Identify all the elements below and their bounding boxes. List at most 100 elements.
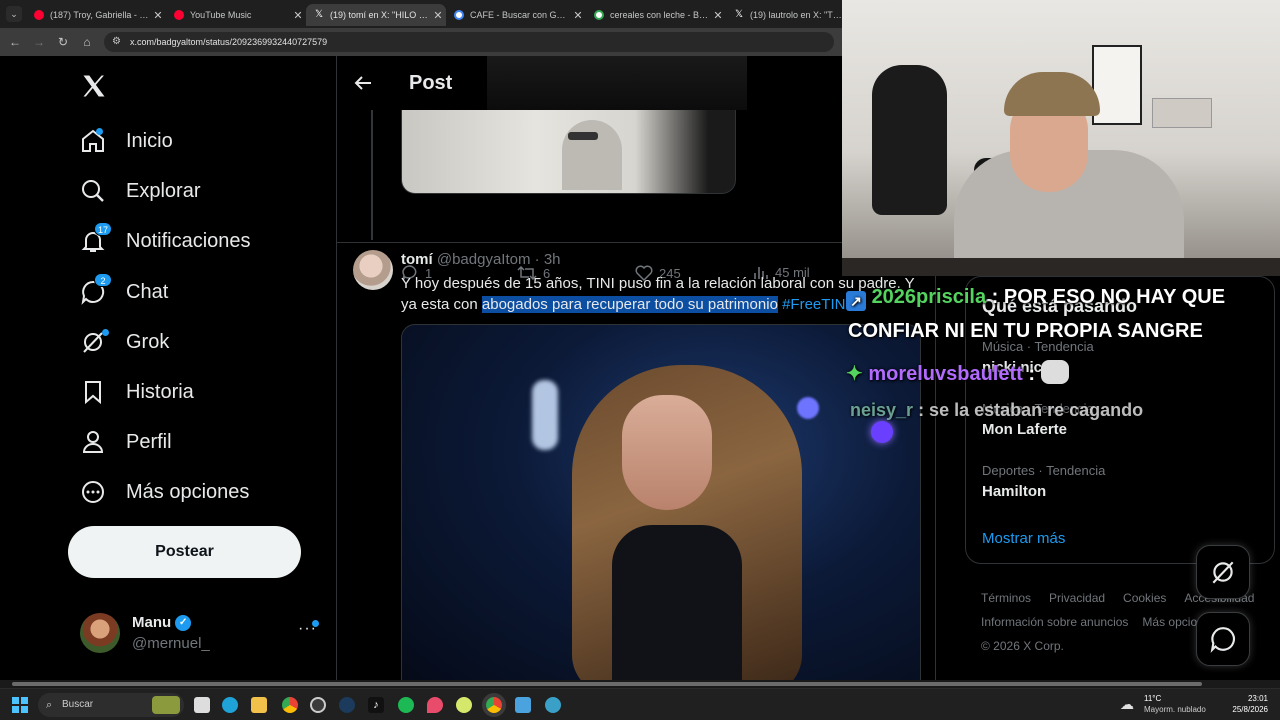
scrollbar-thumb[interactable] xyxy=(12,682,1202,686)
notepad-icon[interactable] xyxy=(515,697,531,713)
close-tab-icon[interactable]: ✕ xyxy=(570,9,586,22)
maps-pin-icon[interactable] xyxy=(427,697,443,713)
forward-arrow-icon[interactable]: → xyxy=(30,33,48,51)
google-icon xyxy=(594,10,604,20)
google-icon xyxy=(454,10,464,20)
sidebar-item-chat[interactable]: 2 Chat xyxy=(80,272,168,312)
sidebar-item-notificaciones[interactable]: 17 Notificaciones xyxy=(80,221,251,261)
grok-icon xyxy=(80,329,109,355)
browser-tab[interactable]: CAFE - Buscar con Google ✕ xyxy=(446,4,586,26)
messages-float-button[interactable] xyxy=(1196,612,1250,666)
close-tab-icon[interactable]: ✕ xyxy=(710,9,726,22)
tweet-time[interactable]: 3h xyxy=(544,251,561,268)
author-name[interactable]: tomí xyxy=(401,251,433,268)
clock-time[interactable]: 23:01 xyxy=(1220,694,1268,703)
chat-message-continued: CONFIAR NI EN TU PROPIA SANGRE xyxy=(848,320,1203,342)
chat-message: neisy_r : se la estaban re cagando xyxy=(850,400,1143,421)
obs-icon[interactable] xyxy=(310,697,326,713)
sidebar-item-historia[interactable]: Historia xyxy=(80,372,194,412)
bell-icon: 17 xyxy=(80,222,112,254)
app-icon[interactable] xyxy=(456,697,472,713)
clock-date[interactable]: 25/8/2026 xyxy=(1220,705,1268,714)
back-arrow-icon[interactable] xyxy=(353,73,373,93)
horizontal-scrollbar[interactable] xyxy=(0,680,1280,688)
chat-text: : se la estaban re cagando xyxy=(918,400,1144,420)
close-tab-icon[interactable]: ✕ xyxy=(290,9,306,22)
sidebar-item-perfil[interactable]: Perfil xyxy=(80,422,172,462)
more-circle-icon xyxy=(80,479,106,505)
account-handle: @mernuel_ xyxy=(132,635,210,652)
trend-category: Deportes · Tendencia xyxy=(982,463,1106,478)
chat-badge: 2 xyxy=(94,273,112,287)
site-info-icon[interactable]: ⚙ xyxy=(112,32,121,52)
hashtag-link[interactable]: #FreeTINI xyxy=(782,296,850,313)
taskbar-search[interactable]: ⌕ Buscar xyxy=(38,693,184,717)
back-arrow-icon[interactable]: ← xyxy=(6,33,24,51)
browser-tab[interactable]: 𝕏 (19) lautrolo en X: "TINI R xyxy=(726,4,842,26)
chat-text: : xyxy=(1028,363,1036,385)
tiktok-icon[interactable]: ♪ xyxy=(368,697,384,713)
weather-temp[interactable]: 11°C xyxy=(1144,694,1161,703)
url-input[interactable]: ⚙ x.com/badgyaltom/status/20923699324407… xyxy=(104,32,834,52)
post-button[interactable]: Postear xyxy=(68,526,301,578)
home-browser-icon[interactable]: ⌂ xyxy=(78,33,96,51)
chat-username: neisy_r xyxy=(850,400,914,420)
account-switcher[interactable]: Manu ✓ @mernuel_ ··· xyxy=(80,610,320,656)
tweet-avatar[interactable] xyxy=(353,250,393,290)
browser-tab[interactable]: cereales con leche - Buscar ✕ xyxy=(586,4,726,26)
footer-link[interactable]: Cookies xyxy=(1123,591,1166,605)
cat-emote-icon xyxy=(1040,360,1069,384)
globe-icon[interactable] xyxy=(545,697,561,713)
separator-dot: · xyxy=(534,251,540,268)
browser-tab[interactable]: YouTube Music ✕ xyxy=(166,4,306,26)
chat-text: : POR ESO NO HAY QUE xyxy=(991,286,1226,308)
sidebar-item-grok[interactable]: Grok xyxy=(80,322,169,362)
footer-link[interactable]: Información sobre anuncios xyxy=(981,615,1128,629)
footer-link[interactable]: Privacidad xyxy=(1049,591,1105,605)
steam-icon[interactable] xyxy=(339,697,355,713)
chrome-icon[interactable] xyxy=(282,697,298,713)
reload-icon[interactable]: ↻ xyxy=(54,33,72,51)
notification-dot xyxy=(312,620,319,627)
footer-link[interactable]: Términos xyxy=(981,591,1031,605)
browser-toolbar: ← → ↻ ⌂ ⚙ x.com/badgyaltom/status/209236… xyxy=(0,28,842,56)
close-tab-icon[interactable]: ✕ xyxy=(430,9,446,22)
trend-item[interactable]: Hamilton xyxy=(982,483,1046,500)
grok-float-button[interactable] xyxy=(1196,545,1250,599)
page-title: Post xyxy=(409,72,453,94)
sidebar-item-inicio[interactable]: Inicio xyxy=(80,121,173,161)
x-logo[interactable] xyxy=(80,72,108,100)
x-logo-icon: 𝕏 xyxy=(734,9,744,20)
weather-desc[interactable]: Mayorm. nublado xyxy=(1144,705,1206,714)
chat-badge-icon: ↗ xyxy=(846,291,866,311)
tweet-photo[interactable] xyxy=(401,324,921,680)
singer-body xyxy=(612,525,742,680)
copyright: © 2026 X Corp. xyxy=(981,639,1064,653)
chrome-active-icon[interactable] xyxy=(486,697,502,713)
show-more-link[interactable]: Mostrar más xyxy=(982,530,1065,547)
file-explorer-icon[interactable] xyxy=(251,697,267,713)
chat-icon xyxy=(1210,627,1235,653)
grok-icon xyxy=(1212,561,1234,584)
spotify-icon[interactable] xyxy=(398,697,414,713)
browser-tab-active[interactable]: 𝕏 (19) tomí en X: "HILO de la ✕ xyxy=(306,4,446,26)
stage-light xyxy=(797,397,819,419)
author-handle[interactable]: @badgyaItom xyxy=(437,251,531,268)
previous-tweet-image[interactable] xyxy=(401,110,736,194)
close-tab-icon[interactable]: ✕ xyxy=(150,9,166,22)
jacket-detail xyxy=(562,120,622,190)
sidebar-item-mas-opciones[interactable]: Más opciones xyxy=(80,472,249,512)
windows-start-icon[interactable] xyxy=(12,697,28,713)
avatar xyxy=(80,613,120,653)
edge-icon[interactable] xyxy=(222,697,238,713)
sidebar-item-explorar[interactable]: Explorar xyxy=(80,171,200,211)
browser-tab[interactable]: (187) Troy, Gabriella - Break ✕ xyxy=(26,4,166,26)
desk xyxy=(842,258,1280,276)
chat-overlay: ↗ 2026priscila : POR ESO NO HAY QUE CONF… xyxy=(846,284,1276,434)
footer-links: TérminosPrivacidadCookiesAccesibilidad I… xyxy=(981,586,1254,658)
notifications-badge: 17 xyxy=(94,222,112,236)
youtube-music-icon xyxy=(174,10,184,20)
chat-username: 2026priscila xyxy=(871,286,987,308)
task-view-icon[interactable] xyxy=(194,697,210,713)
tab-search-button[interactable]: ⌄ xyxy=(6,6,22,22)
